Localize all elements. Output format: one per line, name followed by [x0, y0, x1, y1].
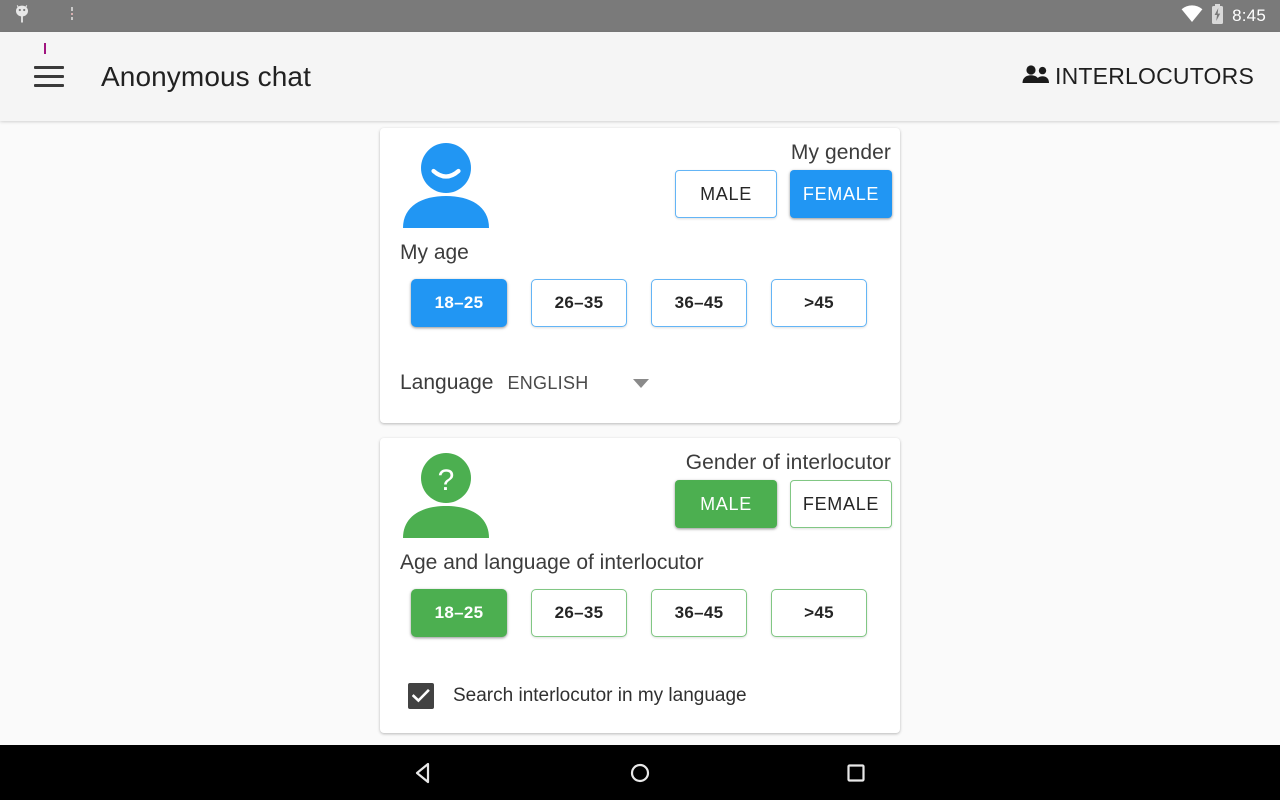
interlocutor-age-36-45-button[interactable]: 36–45: [651, 589, 747, 637]
hamburger-bar-1: [34, 66, 64, 69]
status-bar: 8:45: [0, 0, 1280, 32]
svg-text:?: ?: [438, 464, 455, 497]
search-in-my-language-checkbox[interactable]: [408, 683, 434, 709]
hamburger-menu-icon[interactable]: [34, 42, 74, 97]
interlocutors-label: INTERLOCUTORS: [1055, 63, 1254, 89]
my-gender-options: MALE FEMALE: [675, 170, 892, 218]
interlocutor-age-title: Age and language of interlocutor: [400, 551, 704, 574]
status-bar-clock: 8:45: [1232, 6, 1266, 25]
my-age-options: 18–25 26–35 36–45 >45: [411, 279, 867, 327]
more-notification-icon: [70, 6, 74, 26]
people-group-icon: [1021, 63, 1051, 90]
interlocutor-age-18-25-button[interactable]: 18–25: [411, 589, 507, 637]
interlocutor-gender-options: MALE FEMALE: [675, 480, 892, 528]
my-gender-female-button[interactable]: FEMALE: [790, 170, 892, 218]
my-profile-card: My gender MALE FEMALE My age 18–25 26–35…: [380, 128, 900, 423]
language-selector[interactable]: Language ENGLISH: [400, 371, 649, 395]
interlocutor-gender-male-button[interactable]: MALE: [675, 480, 777, 528]
checkmark-icon: [412, 689, 430, 703]
my-age-over-45-button[interactable]: >45: [771, 279, 867, 327]
status-bar-system-icons: 8:45: [1181, 3, 1266, 29]
my-age-18-25-button[interactable]: 18–25: [411, 279, 507, 327]
chevron-down-icon[interactable]: [632, 378, 649, 388]
home-circle-icon[interactable]: [616, 749, 664, 797]
person-question-avatar-icon: ?: [399, 450, 493, 542]
interlocutor-preferences-card: ? Gender of interlocutor MALE FEMALE Age…: [380, 438, 900, 733]
language-label: Language: [400, 371, 494, 394]
language-value[interactable]: ENGLISH: [507, 373, 588, 394]
status-bar-notifications: [14, 4, 1181, 29]
content-area: My gender MALE FEMALE My age 18–25 26–35…: [0, 121, 1280, 745]
interlocutor-age-26-35-button[interactable]: 26–35: [531, 589, 627, 637]
wifi-icon: [1181, 4, 1203, 28]
battery-charging-icon: [1211, 3, 1224, 29]
back-triangle-icon[interactable]: [400, 749, 448, 797]
android-navigation-bar: [0, 745, 1280, 800]
my-age-26-35-button[interactable]: 26–35: [531, 279, 627, 327]
android-notification-icon: [14, 4, 30, 29]
person-smiling-avatar-icon: [399, 140, 493, 232]
my-age-title: My age: [400, 241, 469, 264]
search-in-my-language-label: Search interlocutor in my language: [453, 685, 747, 706]
search-in-my-language-row[interactable]: Search interlocutor in my language: [408, 683, 747, 709]
interlocutors-button[interactable]: INTERLOCUTORS: [1017, 57, 1258, 96]
my-age-36-45-button[interactable]: 36–45: [651, 279, 747, 327]
hamburger-bar-2: [34, 75, 64, 78]
interlocutor-gender-title: Gender of interlocutor: [685, 451, 891, 474]
app-bar: Anonymous chat INTERLOCUTORS: [0, 32, 1280, 121]
my-gender-title: My gender: [790, 141, 891, 164]
page-title: Anonymous chat: [101, 60, 311, 92]
caret-marker: [44, 42, 46, 54]
interlocutor-age-over-45-button[interactable]: >45: [771, 589, 867, 637]
interlocutor-gender-female-button[interactable]: FEMALE: [790, 480, 892, 528]
recents-square-icon[interactable]: [832, 749, 880, 797]
interlocutor-age-options: 18–25 26–35 36–45 >45: [411, 589, 867, 637]
my-gender-male-button[interactable]: MALE: [675, 170, 777, 218]
hamburger-bar-3: [34, 84, 64, 87]
